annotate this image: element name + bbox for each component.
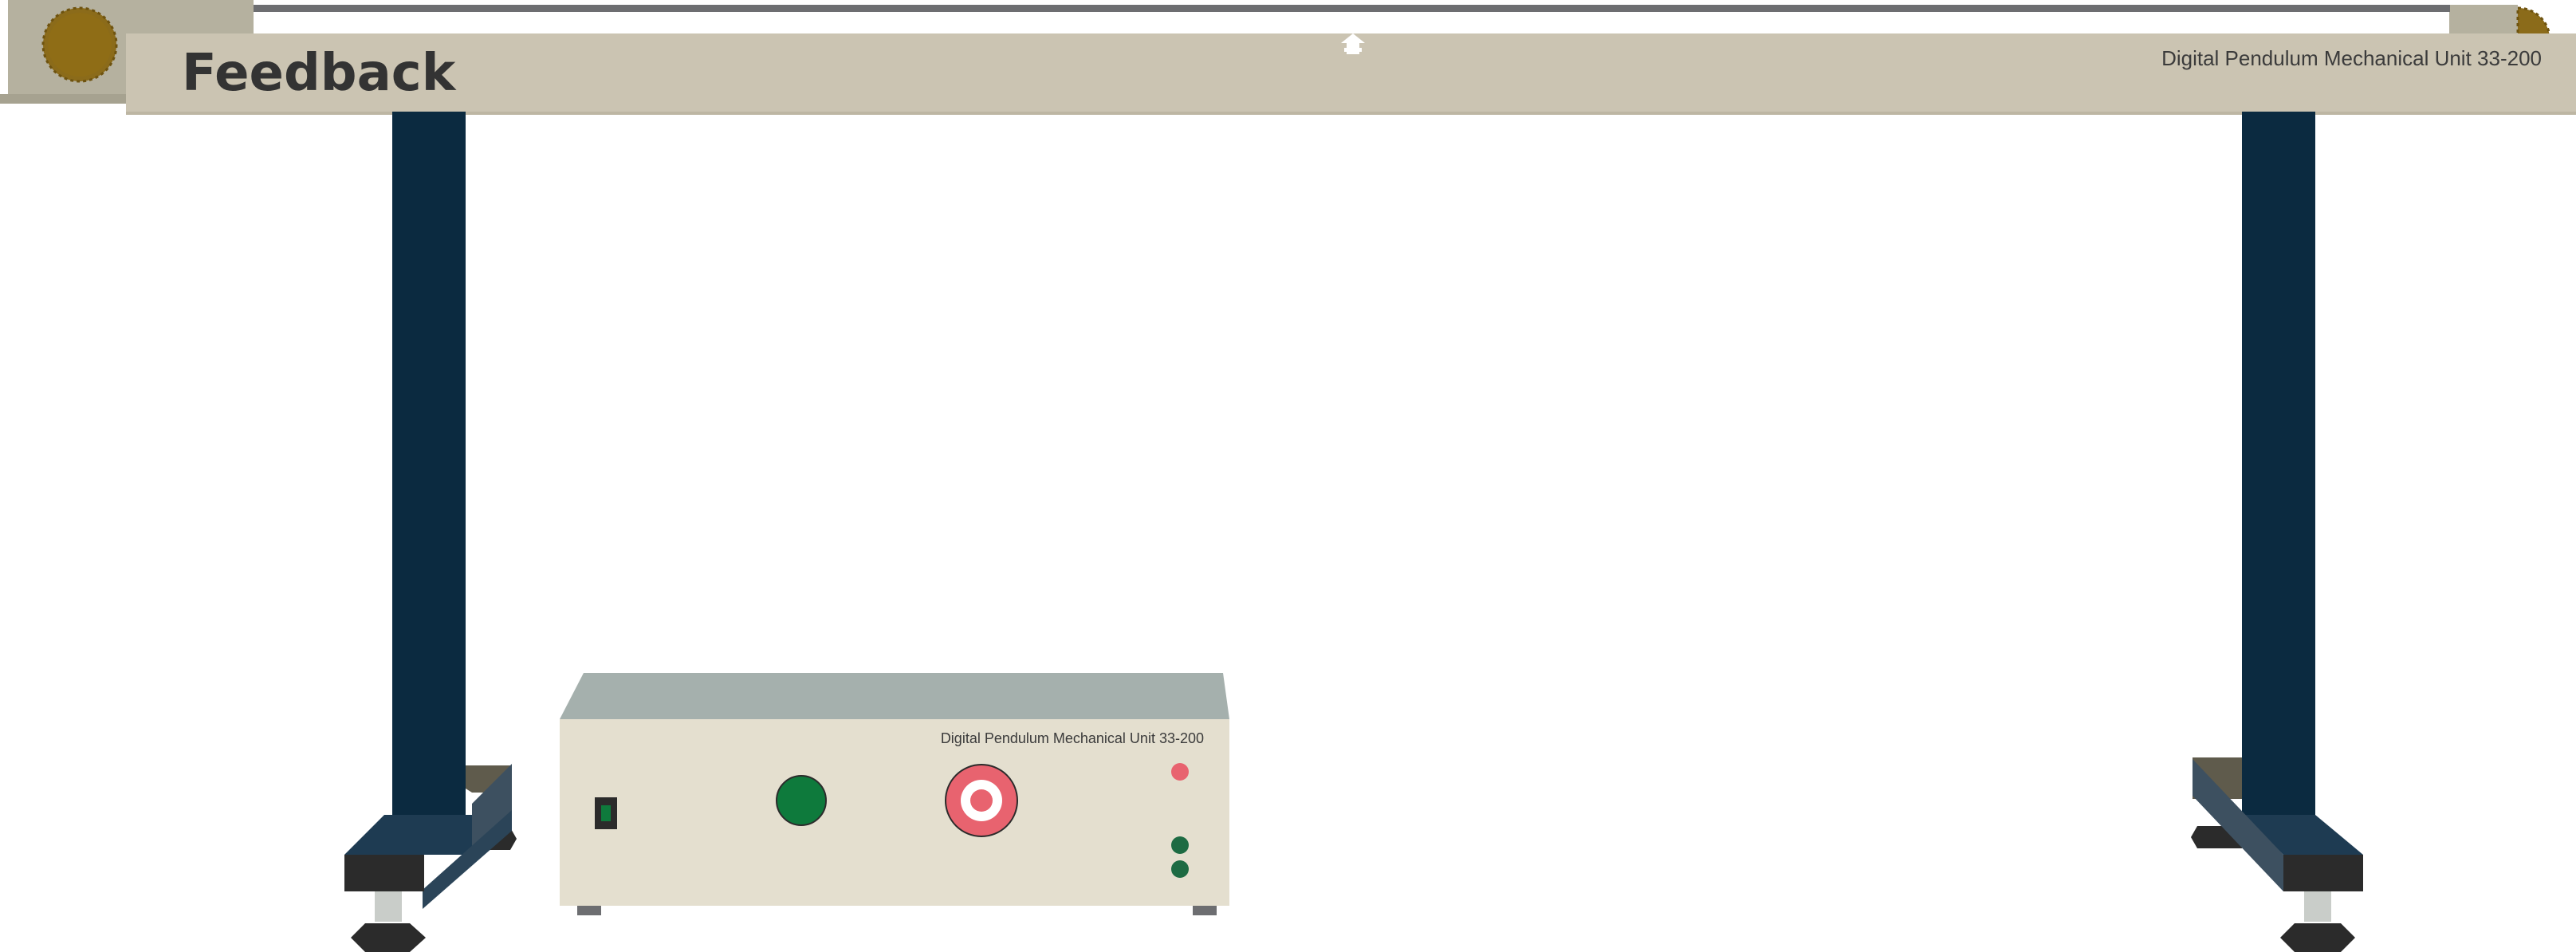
rail-model-label: Digital Pendulum Mechanical Unit 33-200: [2161, 46, 2542, 70]
rail-beam-bottom-edge: [126, 112, 2576, 115]
right-leg: [2191, 112, 2363, 952]
right-pulley-wheel: [2516, 6, 2551, 38]
start-button[interactable]: [776, 775, 827, 826]
guide-rod: [254, 5, 2450, 12]
left-column: [392, 112, 466, 816]
rail-assembly: Feedback Digital Pendulum Mechanical Uni…: [0, 0, 2576, 115]
control-box-label: Digital Pendulum Mechanical Unit 33-200: [941, 730, 1204, 746]
green-indicator-led-bottom: [1171, 860, 1189, 878]
left-pulley-housing-shadow: [0, 94, 136, 104]
brand-logo: Feedback: [182, 44, 457, 103]
right-column: [2242, 112, 2315, 816]
emergency-stop-button[interactable]: [945, 764, 1018, 837]
left-pulley-wheel: [41, 6, 118, 83]
red-indicator-led: [1171, 763, 1189, 781]
control-box: Digital Pendulum Mechanical Unit 33-200: [560, 673, 1229, 915]
control-box-front: [560, 719, 1229, 906]
control-box-foot-left: [577, 906, 601, 915]
control-box-top: [560, 673, 1229, 719]
right-pulley-housing: [2449, 5, 2518, 37]
power-switch[interactable]: [595, 797, 617, 829]
pendulum-scene: Feedback Digital Pendulum Mechanical Uni…: [0, 0, 2576, 952]
green-indicator-led-top: [1171, 836, 1189, 854]
control-box-foot-right: [1193, 906, 1217, 915]
left-leg: [344, 112, 517, 952]
